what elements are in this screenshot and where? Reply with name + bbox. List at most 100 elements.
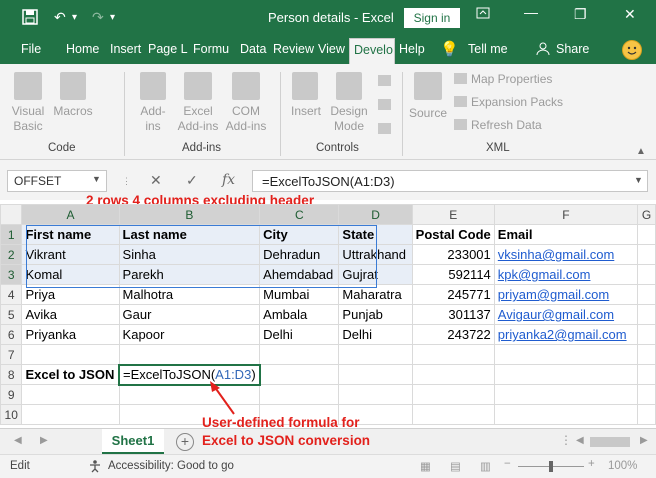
cell-E4[interactable]: 245771 (411, 284, 495, 305)
run-dialog-icon[interactable] (378, 122, 395, 136)
tab-insert[interactable]: Insert (110, 42, 141, 56)
hscroll-left-icon[interactable]: ◀ (576, 435, 584, 446)
add-ins-button[interactable]: Add-ins (134, 104, 172, 134)
share-button[interactable]: Share (556, 42, 589, 56)
insert-control-button[interactable]: Insert (286, 104, 326, 119)
map-properties-button[interactable]: Map Properties (454, 72, 552, 86)
cell-F1[interactable]: Email (493, 224, 639, 245)
cell-E3[interactable]: 592114 (411, 264, 495, 285)
cell-A9[interactable] (21, 384, 120, 405)
cell-G7[interactable] (637, 344, 656, 365)
cancel-icon[interactable]: ✕ (150, 172, 162, 189)
cell-F10[interactable] (493, 404, 639, 425)
undo-icon[interactable]: ↶ (54, 9, 66, 26)
accessibility-status[interactable]: Accessibility: Good to go (108, 460, 234, 472)
cell-B1[interactable]: Last name (118, 224, 261, 245)
cell-D7[interactable] (338, 344, 413, 365)
cell-F3[interactable]: kpk@gmail.com (493, 264, 639, 285)
name-box-dropdown-icon[interactable]: ▼ (92, 174, 101, 184)
cell-A5[interactable]: Avika (21, 304, 120, 325)
tab-help[interactable]: Help (399, 42, 425, 56)
tab-view[interactable]: View (318, 42, 345, 56)
cell-C4[interactable]: Mumbai (259, 284, 340, 305)
tab-home[interactable]: Home (66, 42, 99, 56)
horizontal-scrollbar[interactable] (590, 437, 630, 447)
page-layout-view-icon[interactable]: ▤ (450, 459, 461, 473)
cell-C1[interactable]: City (259, 224, 340, 245)
collapse-ribbon-icon[interactable]: ▲ (636, 144, 646, 159)
cell-A4[interactable]: Priya (21, 284, 120, 305)
sign-in-button[interactable]: Sign in (404, 8, 460, 28)
source-button[interactable]: Source (406, 106, 450, 121)
cell-D1[interactable]: State (338, 224, 413, 245)
restore-icon[interactable]: ❐ (574, 6, 587, 23)
cell-G8[interactable] (637, 364, 656, 385)
hscroll-right-icon[interactable]: ▶ (640, 435, 648, 446)
cell-E10[interactable] (411, 404, 495, 425)
normal-view-icon[interactable]: ▦ (420, 459, 431, 473)
row-header[interactable]: 9 (0, 384, 23, 405)
cell-B6[interactable]: Kapoor (118, 324, 261, 345)
cell-C9[interactable] (259, 384, 340, 405)
cell-G3[interactable] (637, 264, 656, 285)
visual-basic-button[interactable]: Visual Basic (6, 104, 50, 134)
tab-file[interactable]: File (21, 42, 41, 56)
cell-E6[interactable]: 243722 (411, 324, 495, 345)
cell-F8[interactable] (493, 364, 639, 385)
cell-D5[interactable]: Punjab (338, 304, 413, 325)
cell-E9[interactable] (411, 384, 495, 405)
cell-E5[interactable]: 301137 (411, 304, 495, 325)
tab-formulas[interactable]: Formu (193, 42, 229, 56)
tell-me-search[interactable]: Tell me (468, 42, 508, 56)
page-break-view-icon[interactable]: ▥ (480, 459, 491, 473)
cell-D8[interactable] (338, 364, 413, 385)
zoom-slider-thumb[interactable] (549, 461, 553, 472)
cell-G9[interactable] (637, 384, 656, 405)
tab-review[interactable]: Review (273, 42, 314, 56)
column-header[interactable]: D (338, 204, 413, 225)
cell-B5[interactable]: Gaur (118, 304, 261, 325)
cell-D2[interactable]: Uttrakhand (338, 244, 413, 265)
zoom-out-icon[interactable]: − (504, 458, 511, 470)
cell-C7[interactable] (259, 344, 340, 365)
tab-data[interactable]: Data (240, 42, 266, 56)
zoom-level[interactable]: 100% (608, 460, 637, 472)
row-header[interactable]: 8 (0, 364, 23, 385)
cell-F9[interactable] (493, 384, 639, 405)
cell-A2[interactable]: Vikrant (21, 244, 120, 265)
cell-D3[interactable]: Gujrat (338, 264, 413, 285)
formula-input[interactable]: =ExcelToJSON(A1:D3) (252, 170, 648, 192)
cell-A10[interactable] (21, 404, 120, 425)
row-header[interactable]: 4 (0, 284, 23, 305)
cell-C3[interactable]: Ahemdabad (259, 264, 340, 285)
cell-D4[interactable]: Maharatra (338, 284, 413, 305)
save-icon[interactable] (22, 9, 38, 28)
cell-D6[interactable]: Delhi (338, 324, 413, 345)
cell-G1[interactable] (637, 224, 656, 245)
cell-G10[interactable] (637, 404, 656, 425)
view-code-icon[interactable] (378, 98, 395, 112)
cell-A1[interactable]: First name (21, 224, 120, 245)
column-header[interactable]: E (411, 204, 495, 225)
cell-C2[interactable]: Dehradun (259, 244, 340, 265)
cell-E1[interactable]: Postal Code (411, 224, 495, 245)
worksheet-grid[interactable]: A B C D E F G 1 First name Last name Cit… (0, 204, 656, 428)
expand-formula-bar-icon[interactable]: ▼ (634, 175, 643, 185)
cell-F2[interactable]: vksinha@gmail.com (493, 244, 639, 265)
row-header[interactable]: 1 (0, 224, 23, 245)
cell-B7[interactable] (118, 344, 261, 365)
cell-B3[interactable]: Parekh (118, 264, 261, 285)
cell-A6[interactable]: Priyanka (21, 324, 120, 345)
column-header[interactable]: A (21, 204, 120, 225)
macros-button[interactable]: Macros (50, 104, 96, 119)
sheet-tab-sheet1[interactable]: Sheet1 (102, 429, 164, 455)
cell-A7[interactable] (21, 344, 120, 365)
cell-G2[interactable] (637, 244, 656, 265)
close-icon[interactable]: ✕ (624, 6, 636, 23)
design-mode-button[interactable]: Design Mode (326, 104, 372, 134)
customize-qat-icon[interactable]: ▾ (110, 12, 115, 23)
enter-icon[interactable]: ✓ (186, 172, 198, 189)
cell-A3[interactable]: Komal (21, 264, 120, 285)
tab-page-layout[interactable]: Page L (148, 42, 188, 56)
row-header[interactable]: 2 (0, 244, 23, 265)
